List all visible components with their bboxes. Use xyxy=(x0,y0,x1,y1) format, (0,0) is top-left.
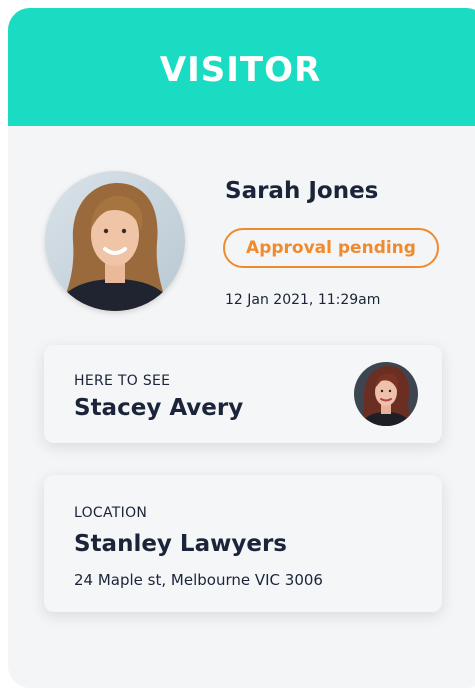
header-title: VISITOR xyxy=(159,50,322,90)
host-avatar xyxy=(354,362,418,426)
visit-timestamp: 12 Jan 2021, 11:29am xyxy=(225,292,381,308)
location-address: 24 Maple st, Melbourne VIC 3006 xyxy=(74,571,323,589)
location-card[interactable]: LOCATION Stanley Lawyers 24 Maple st, Me… xyxy=(44,475,442,612)
host-label: HERE TO SEE xyxy=(74,373,171,389)
card-header: VISITOR xyxy=(8,8,475,126)
visitor-avatar xyxy=(45,171,185,311)
host-name: Stacey Avery xyxy=(74,395,244,421)
location-name: Stanley Lawyers xyxy=(74,531,287,557)
location-label: LOCATION xyxy=(74,505,148,521)
visitor-photo xyxy=(45,171,185,311)
host-card[interactable]: HERE TO SEE Stacey Avery xyxy=(44,345,442,443)
status-badge: Approval pending xyxy=(223,228,439,268)
visitor-card: VISITOR Sarah Jones Approval pending 12 … xyxy=(8,8,475,688)
host-photo xyxy=(354,362,418,426)
visitor-name: Sarah Jones xyxy=(225,178,379,204)
